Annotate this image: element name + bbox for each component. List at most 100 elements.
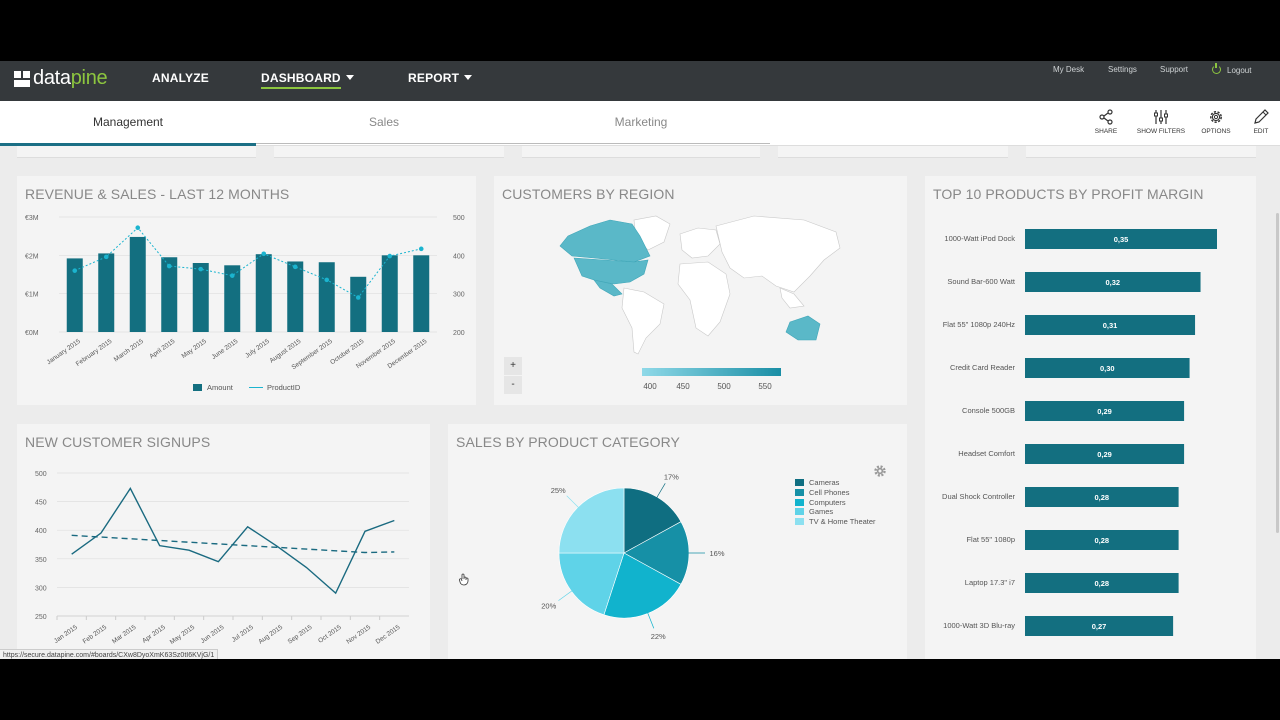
logo-text-accent: pine: [70, 67, 108, 89]
pie-percent-label: 25%: [551, 486, 566, 495]
widget-stub: [778, 146, 1008, 158]
bar-value-label: 0,35: [1114, 235, 1129, 244]
legend-item[interactable]: Computers: [795, 498, 876, 508]
pie-percent-label: 22%: [651, 632, 666, 641]
legend-label: TV & Home Theater: [809, 517, 876, 527]
scale-label: 550: [758, 382, 772, 391]
x-tick-label: Mar 2015: [111, 624, 138, 646]
productid-point: [355, 295, 361, 300]
map-zoom-out-button[interactable]: -: [504, 376, 522, 394]
edit-button[interactable]: EDIT: [1236, 109, 1280, 135]
my-desk-link[interactable]: My Desk: [1053, 65, 1084, 74]
revenue-legend: Amount ProductID: [193, 383, 300, 392]
nav-report-menu[interactable]: REPORT: [408, 71, 473, 85]
y-tick-label: 250: [35, 614, 47, 621]
x-tick-label: Oct 2015: [317, 624, 343, 645]
show-filters-button[interactable]: SHOW FILTERS: [1136, 109, 1186, 135]
revenue-bar: [161, 257, 178, 332]
productid-point: [198, 266, 204, 272]
map-zoom-in-button[interactable]: +: [504, 357, 522, 375]
productid-point: [324, 277, 330, 283]
y2-tick-label: 300: [453, 292, 465, 299]
legend-label: Games: [809, 507, 834, 517]
options-button[interactable]: OPTIONS: [1191, 109, 1241, 135]
tab-sales[interactable]: Sales: [256, 101, 512, 146]
scrollbar-thumb[interactable]: [1276, 213, 1279, 533]
productid-point: [292, 264, 298, 270]
share-label: SHARE: [1094, 128, 1118, 135]
legend-item[interactable]: Games: [795, 507, 876, 517]
logout-link[interactable]: Logout: [1212, 63, 1251, 75]
sales-by-category-widget[interactable]: SALES BY PRODUCT CATEGORY 17% 16% 22% 20% 25…: [448, 424, 907, 659]
x-tick-label: Jul 2015: [231, 624, 255, 644]
mouse-cursor-icon: [459, 573, 469, 586]
share-button[interactable]: SHARE: [1081, 109, 1131, 135]
x-tick-label: Sep 2015: [287, 624, 314, 646]
bar-value-label: 0,27: [1092, 622, 1107, 631]
map-africa: [677, 261, 731, 337]
browser-viewport: datapine ANALYZE DASHBOARD REPORT My Des…: [0, 61, 1280, 659]
top-products-widget[interactable]: TOP 10 PRODUCTS BY PROFIT MARGIN 1000-Wa…: [925, 176, 1256, 659]
logo-mark-icon: [14, 70, 30, 87]
x-tick-label: May 2015: [180, 338, 208, 360]
bar-value-label: 0,32: [1105, 278, 1120, 287]
revenue-bar: [255, 254, 272, 332]
productid-point: [135, 225, 141, 231]
nav-dashboard-label: DASHBOARD: [261, 71, 341, 89]
new-customer-signups-widget[interactable]: NEW CUSTOMER SIGNUPS 250 300 350 400 450 500 J…: [17, 424, 430, 659]
legend-swatch: [795, 508, 804, 516]
tab-marketing[interactable]: Marketing: [513, 101, 769, 146]
gear-icon: [1210, 111, 1222, 123]
gear-icon[interactable]: [872, 463, 888, 479]
tab-management[interactable]: Management: [0, 101, 256, 146]
y2-tick-label: 500: [453, 215, 465, 222]
world-map[interactable]: 400 450 500 550: [494, 176, 907, 405]
pie-legend: Cameras Cell Phones Computers Games TV & Hom…: [795, 478, 876, 527]
legend-item[interactable]: TV & Home Theater: [795, 517, 876, 527]
y-tick-label: 500: [35, 471, 47, 478]
map-usa: [573, 257, 649, 285]
category-pie-chart: 17% 16% 22% 20% 25%: [541, 472, 725, 641]
legend-swatch: [795, 498, 804, 506]
legend-productid: ProductID: [266, 383, 301, 392]
tab-divider: [256, 143, 770, 144]
pie-leader-line: [654, 483, 666, 501]
nav-analyze[interactable]: ANALYZE: [152, 71, 209, 85]
legend-item[interactable]: Cameras: [795, 478, 876, 488]
bar-value-label: 0,28: [1094, 493, 1109, 502]
legend-swatch: [795, 488, 804, 496]
y-tick-label: €0M: [25, 330, 39, 337]
legend-label: Cameras: [809, 478, 840, 487]
customers-by-region-widget[interactable]: CUSTOMERS BY REGION 400 450 500 550 + -: [494, 176, 907, 405]
map-south-america: [621, 287, 665, 355]
productid-point: [166, 263, 172, 269]
legend-swatch: [795, 518, 804, 526]
x-tick-label: Jan 2015: [53, 624, 79, 645]
revenue-bar: [413, 255, 430, 332]
bar-value-label: 0,28: [1094, 579, 1109, 588]
map-australia: [785, 315, 821, 341]
logo-text: data: [33, 67, 71, 89]
x-tick-label: Jun 2015: [200, 624, 226, 645]
widget-stub: [1026, 146, 1256, 158]
chevron-down-icon: [464, 75, 473, 80]
options-label: OPTIONS: [1201, 128, 1231, 135]
revenue-widget[interactable]: REVENUE & SALES - LAST 12 MONTHS €0M €1M €…: [17, 176, 476, 405]
widget-stub: [274, 146, 504, 158]
revenue-bar: [381, 255, 398, 332]
y-tick-label: €2M: [25, 253, 39, 260]
legend-item[interactable]: Cell Phones: [795, 488, 876, 498]
settings-link[interactable]: Settings: [1108, 65, 1137, 74]
y-tick-label: €3M: [25, 215, 39, 222]
share-icon: [1099, 109, 1113, 125]
nav-dashboard-menu[interactable]: DASHBOARD: [261, 71, 354, 89]
widget-stub: [522, 146, 760, 158]
legend-swatch: [193, 384, 202, 391]
revenue-bar: [318, 262, 335, 332]
show-filters-label: SHOW FILTERS: [1136, 128, 1186, 135]
datapine-logo[interactable]: datapine: [14, 67, 108, 90]
legend-swatch: [795, 479, 804, 486]
x-tick-label: July 2015: [244, 338, 271, 360]
support-link[interactable]: Support: [1160, 65, 1188, 74]
y-tick-label: 350: [35, 557, 47, 564]
